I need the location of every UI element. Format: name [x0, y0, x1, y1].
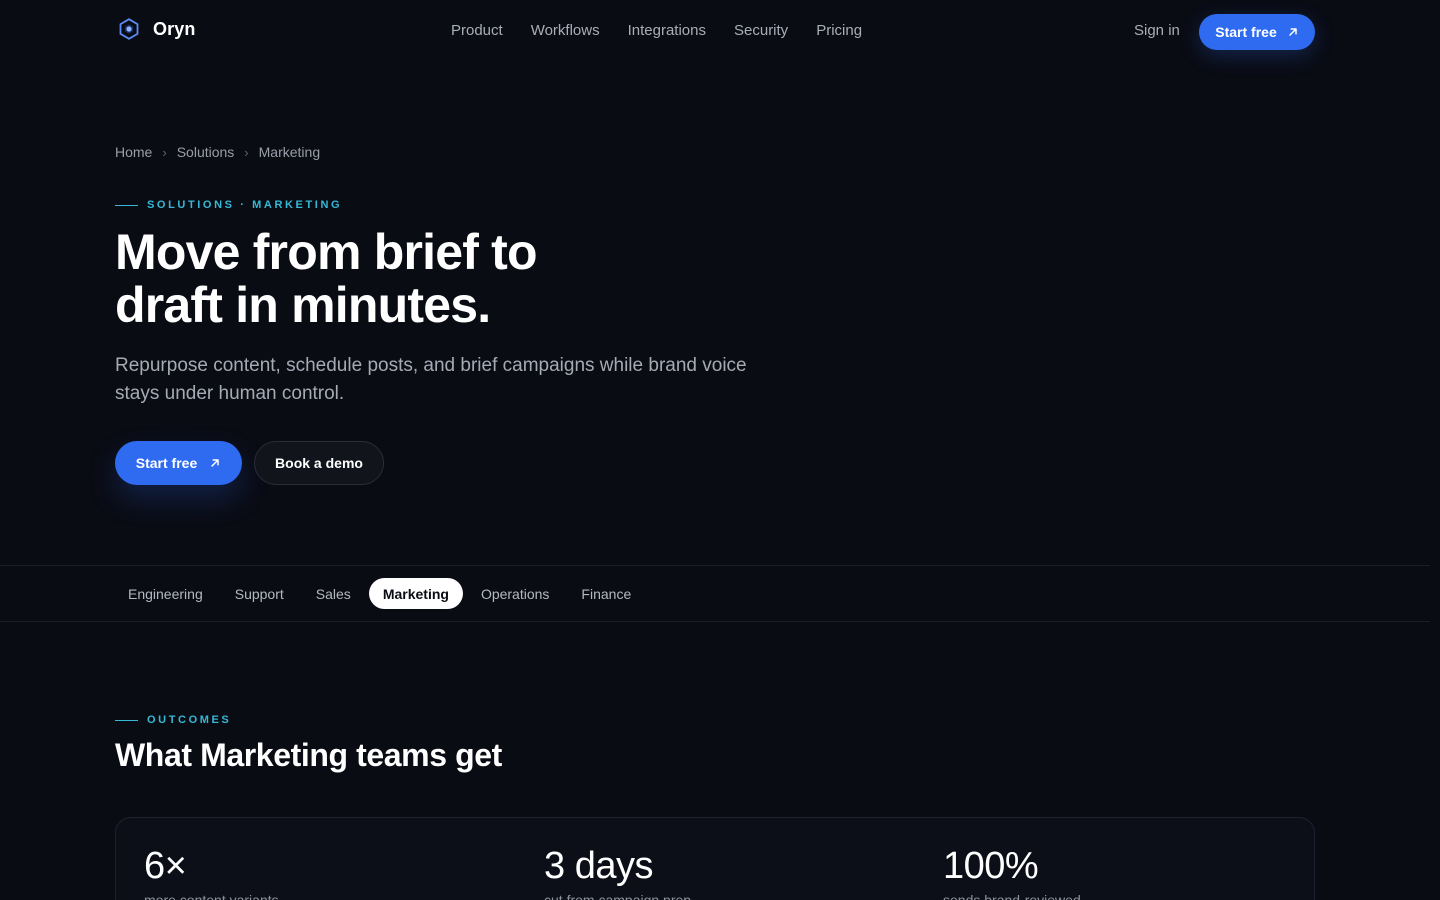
- outcomes-stats-card: 6× more content variants 3 days cut from…: [115, 817, 1315, 900]
- stat-label: cut from campaign prep: [544, 892, 692, 900]
- start-free-label: Start free: [135, 455, 198, 471]
- book-demo-label: Book a demo: [275, 455, 363, 471]
- tab-support[interactable]: Support: [221, 578, 298, 609]
- book-demo-button[interactable]: Book a demo: [254, 441, 384, 485]
- hero-title-line-1: Move from brief to: [115, 224, 538, 280]
- arrow-up-right-icon: [1287, 26, 1299, 38]
- hero-title: Move from brief to draft in minutes.: [115, 226, 735, 332]
- stat-value: 3 days: [544, 845, 653, 887]
- hero-title-line-2: draft in minutes.: [115, 277, 491, 333]
- breadcrumb-home[interactable]: Home: [115, 144, 152, 160]
- primary-nav-links: Product Workflows Integrations Security …: [451, 22, 862, 39]
- nav-link-pricing[interactable]: Pricing: [816, 22, 862, 39]
- hero-eyebrow-text: SOLUTIONS · MARKETING: [147, 199, 343, 211]
- tab-operations[interactable]: Operations: [467, 578, 563, 609]
- top-nav: Oryn Product Workflows Integrations Secu…: [0, 0, 1440, 64]
- tab-marketing[interactable]: Marketing: [368, 578, 463, 609]
- nav-link-integrations[interactable]: Integrations: [628, 22, 706, 39]
- tab-finance[interactable]: Finance: [567, 578, 645, 609]
- nav-link-security[interactable]: Security: [734, 22, 788, 39]
- chevron-right-icon: ›: [162, 144, 167, 160]
- stat-item: 6× more content variants: [144, 844, 279, 900]
- brand-name: Oryn: [153, 18, 196, 39]
- outcomes-eyebrow-text: OUTCOMES: [147, 714, 232, 726]
- sign-in-link[interactable]: Sign in: [1134, 22, 1180, 39]
- hero-eyebrow: SOLUTIONS · MARKETING: [115, 199, 342, 211]
- nav-link-workflows[interactable]: Workflows: [531, 22, 600, 39]
- start-free-button[interactable]: Start free: [115, 441, 242, 485]
- stat-value: 6×: [144, 845, 187, 887]
- hero-cta-row: Start free Book a demo: [115, 441, 384, 485]
- breadcrumb-solutions[interactable]: Solutions: [177, 144, 235, 160]
- eyebrow-line: [115, 719, 138, 721]
- stat-item: 100% sends brand-reviewed: [943, 844, 1081, 900]
- hero-subtitle: Repurpose content, schedule posts, and b…: [115, 355, 747, 404]
- hexagon-logo-icon: [117, 17, 141, 41]
- outcomes-title: What Marketing teams get: [115, 737, 502, 773]
- start-free-nav-label: Start free: [1215, 24, 1277, 40]
- brand-logo-link[interactable]: Oryn: [117, 16, 195, 42]
- tab-sales[interactable]: Sales: [302, 578, 365, 609]
- breadcrumb: Home › Solutions › Marketing: [115, 144, 320, 160]
- arrow-up-right-icon: [209, 457, 221, 469]
- start-free-nav-button[interactable]: Start free: [1199, 14, 1315, 50]
- breadcrumb-marketing: Marketing: [258, 144, 321, 160]
- tab-engineering[interactable]: Engineering: [114, 578, 217, 609]
- stat-value: 100%: [943, 845, 1039, 887]
- stat-item: 3 days cut from campaign prep: [544, 844, 691, 900]
- chevron-right-icon: ›: [244, 144, 249, 160]
- solutions-tabs: Engineering Support Sales Marketing Oper…: [114, 578, 645, 609]
- stat-label: sends brand-reviewed: [943, 892, 1081, 900]
- solutions-tab-bar: Engineering Support Sales Marketing Oper…: [0, 565, 1430, 622]
- eyebrow-line: [115, 204, 138, 206]
- outcomes-eyebrow: OUTCOMES: [115, 714, 231, 726]
- nav-link-product[interactable]: Product: [451, 22, 503, 39]
- stat-label: more content variants: [144, 892, 279, 900]
